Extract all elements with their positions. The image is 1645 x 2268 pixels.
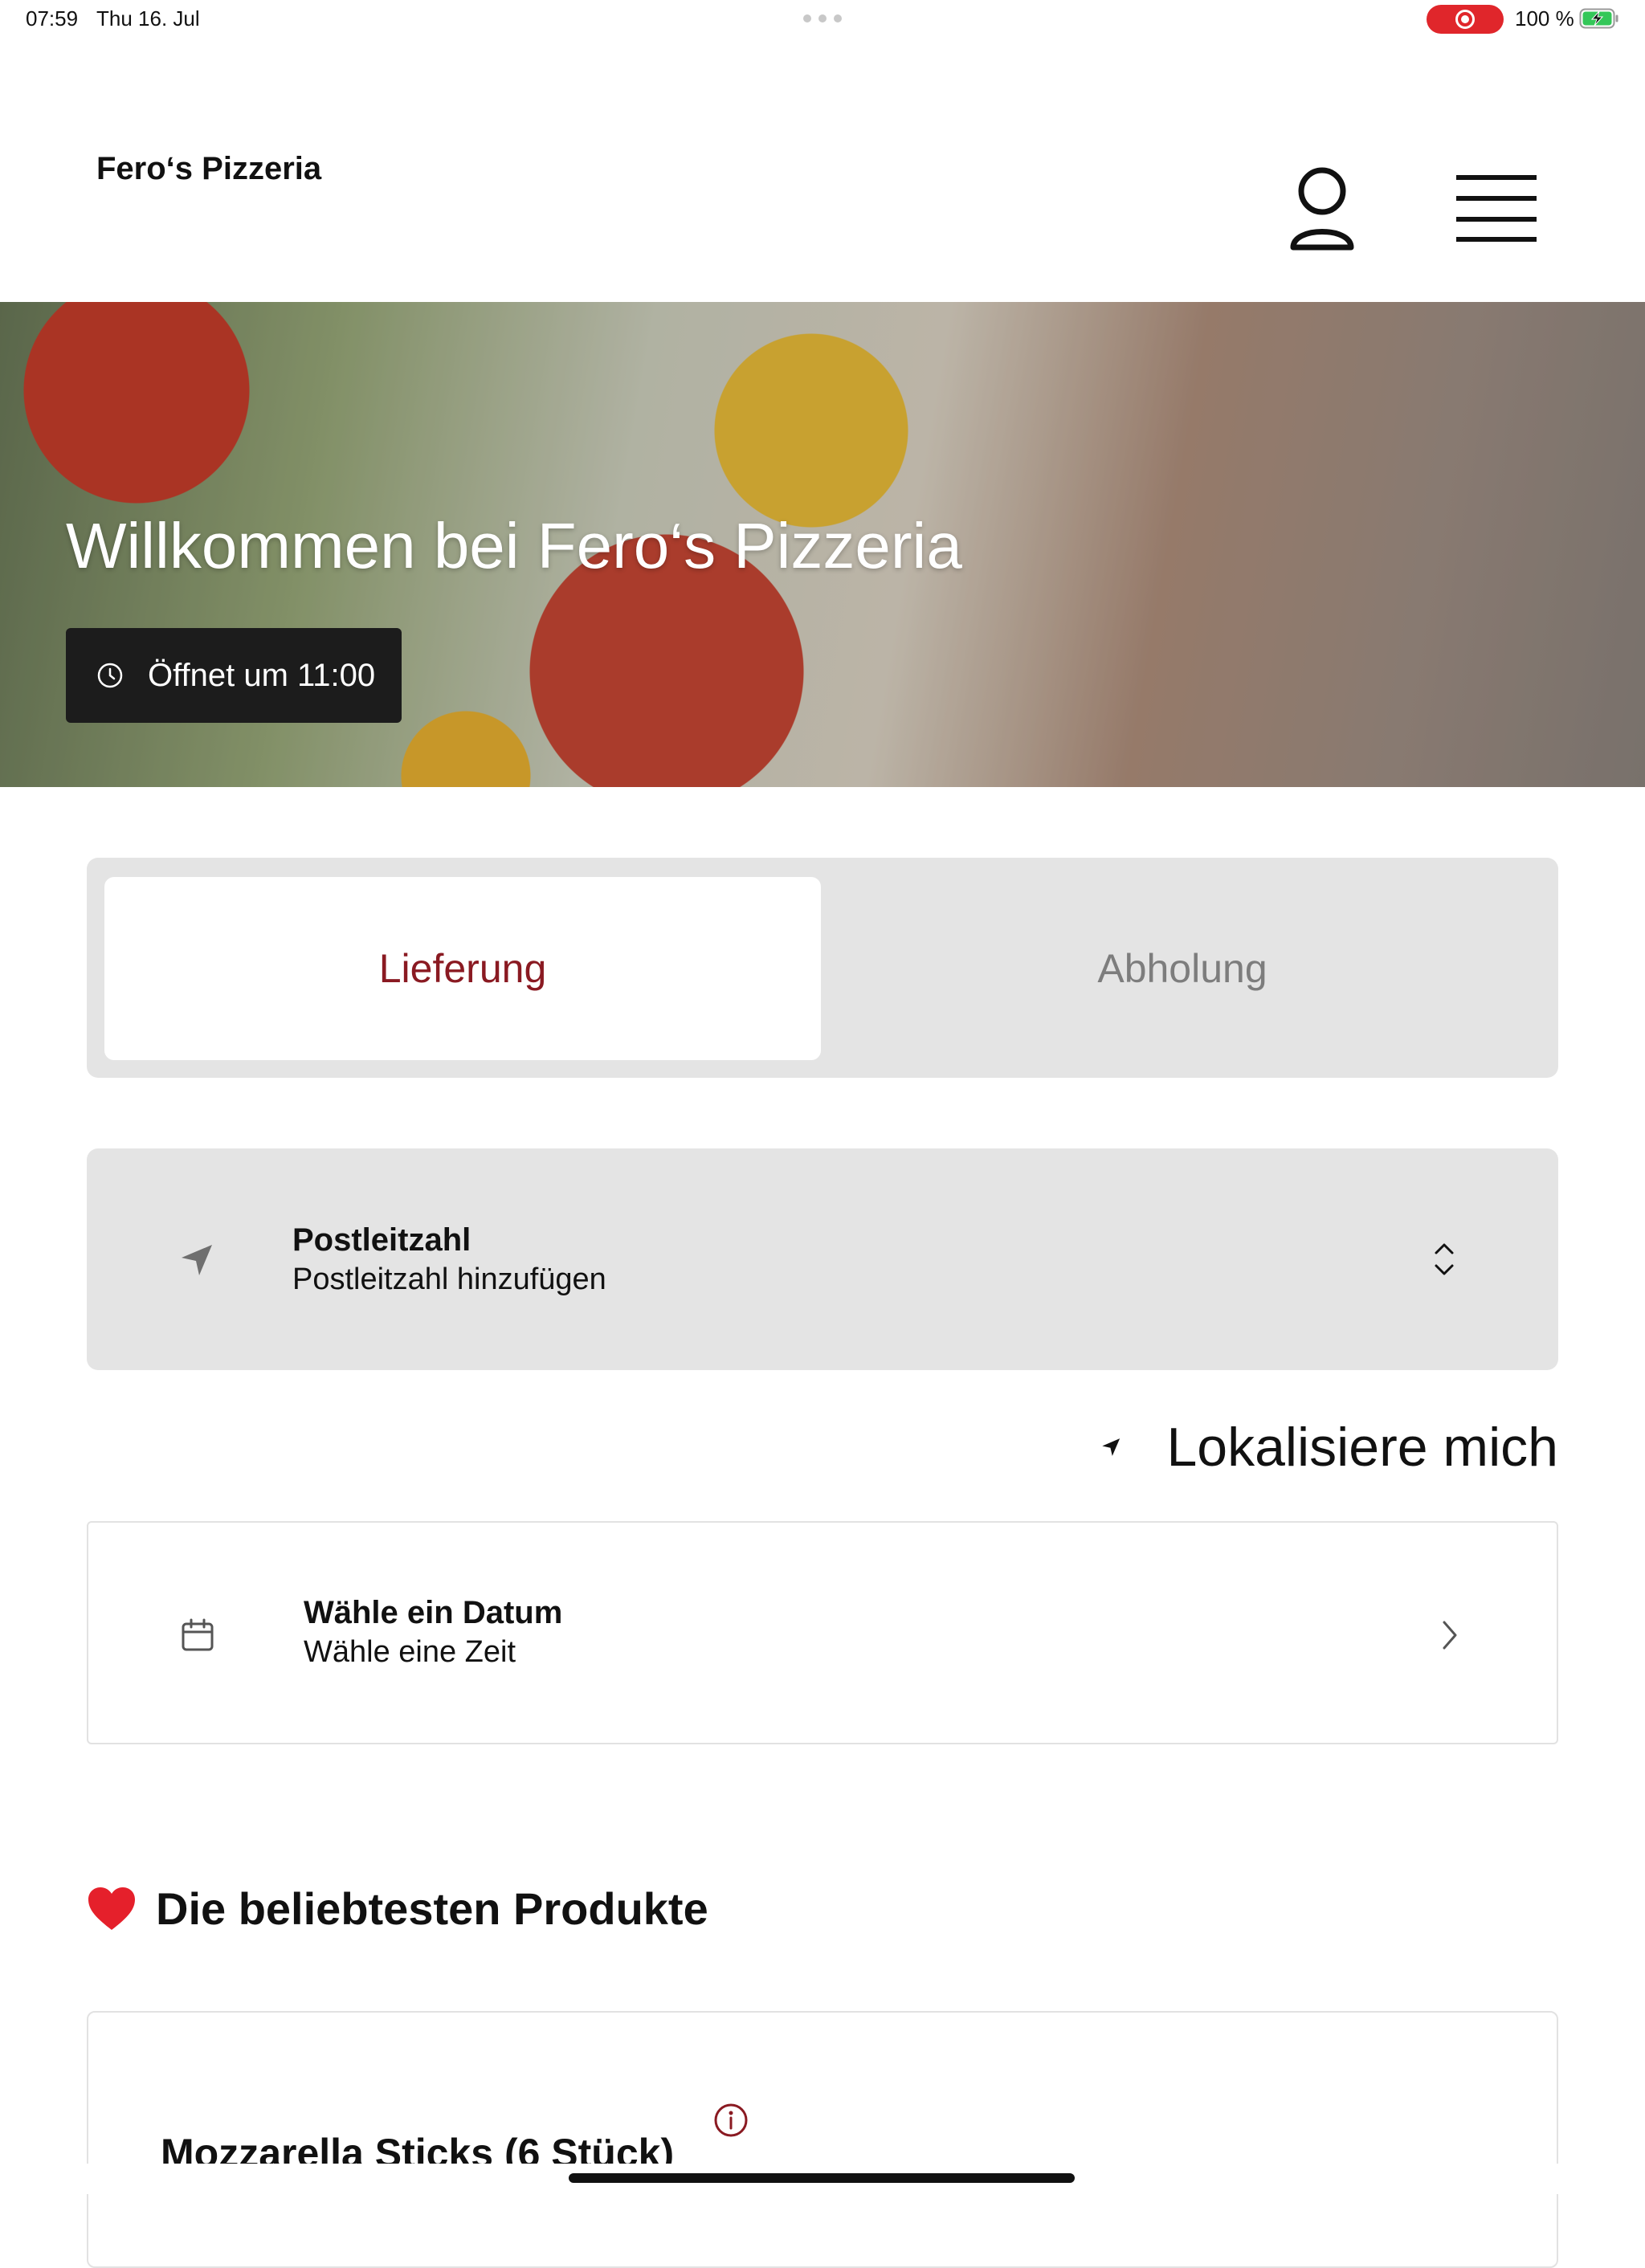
navigation-arrow-icon: [182, 1245, 212, 1275]
date-time-selector[interactable]: Wähle ein Datum Wähle eine Zeit: [87, 1521, 1558, 1744]
record-icon: [1455, 10, 1475, 29]
user-icon: [1290, 167, 1354, 251]
battery-percentage: 100 %: [1515, 6, 1574, 31]
multitasking-dots-icon[interactable]: [803, 14, 842, 22]
popular-products-heading: Die beliebtesten Produkte: [87, 1883, 708, 1935]
postal-code-value: Postleitzahl hinzufügen: [292, 1262, 606, 1296]
app-header: Fero‘s Pizzeria: [0, 39, 1645, 302]
status-date: Thu 16. Jul: [96, 6, 200, 31]
status-bar: 07:59 Thu 16. Jul 100 %: [0, 0, 1645, 39]
profile-button[interactable]: [1282, 162, 1362, 259]
tab-abholung[interactable]: Abholung: [824, 877, 1541, 1060]
location-arrow-icon: [1102, 1438, 1120, 1456]
brand-name[interactable]: Fero‘s Pizzeria: [96, 151, 321, 187]
chevron-up-down-icon: [1435, 1243, 1454, 1275]
calendar-icon: [182, 1618, 214, 1651]
locate-me-button[interactable]: Lokalisiere mich: [1100, 1413, 1558, 1481]
clock-icon: [97, 663, 123, 688]
postal-code-selector[interactable]: Postleitzahl Postleitzahl hinzufügen: [87, 1148, 1558, 1370]
menu-button[interactable]: [1452, 172, 1541, 244]
heart-icon: [88, 1887, 135, 1930]
hero-banner: Willkommen bei Fero‘s Pizzeria Öffnet um…: [0, 302, 1645, 787]
time-value: Wähle eine Zeit: [304, 1635, 516, 1669]
home-indicator[interactable]: [569, 2173, 1075, 2183]
info-icon[interactable]: [713, 2103, 749, 2138]
date-label: Wähle ein Datum: [304, 1595, 563, 1630]
order-mode-switch: Lieferung Abholung: [87, 858, 1558, 1078]
screen-recording-indicator[interactable]: [1427, 5, 1504, 34]
hero-title: Willkommen bei Fero‘s Pizzeria: [66, 510, 962, 581]
battery-charging-icon: [1579, 8, 1618, 29]
hamburger-menu-icon: [1456, 175, 1537, 242]
postal-code-label: Postleitzahl: [292, 1222, 471, 1258]
tab-lieferung[interactable]: Lieferung: [104, 877, 821, 1060]
locate-me-label: Lokalisiere mich: [1166, 1417, 1558, 1478]
chevron-right-icon: [1443, 1621, 1457, 1650]
product-card[interactable]: Mozzarella Sticks (6 Stück): [87, 2011, 1558, 2268]
opening-hours-text: Öffnet um 11:00: [148, 657, 376, 693]
status-time: 07:59: [26, 6, 79, 31]
opening-hours-badge: Öffnet um 11:00: [66, 628, 402, 723]
popular-products-title: Die beliebtesten Produkte: [156, 1883, 708, 1934]
